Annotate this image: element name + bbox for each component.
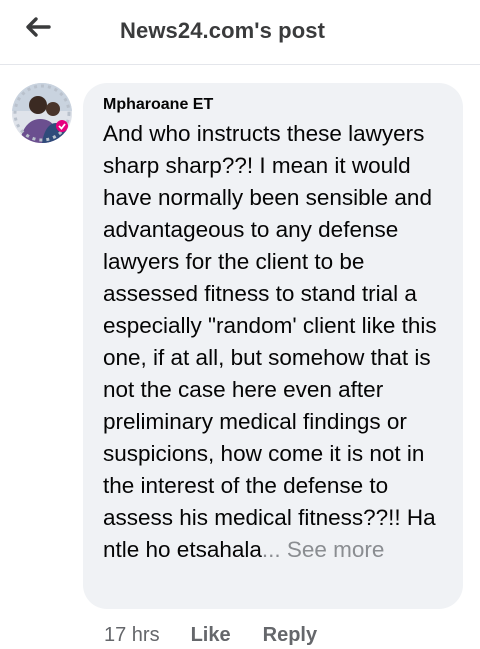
comment-author[interactable]: Mpharoane ET: [103, 96, 213, 114]
top-bar: News24.com's post: [0, 0, 480, 65]
comment-ellipsis: ...: [261, 537, 281, 562]
comment-timestamp[interactable]: 17 hrs: [104, 624, 160, 647]
avatar[interactable]: [12, 83, 72, 143]
comment-actions: 17 hrs Like Reply: [104, 621, 317, 649]
comment-body: And who instructs these lawyers sharp sh…: [103, 121, 437, 562]
like-button[interactable]: Like: [191, 624, 231, 647]
back-button[interactable]: [22, 14, 54, 40]
profile-photo-icon: [12, 83, 72, 143]
comment-bubble: Mpharoane ET And who instructs these law…: [83, 83, 463, 609]
page-title: News24.com's post: [120, 18, 326, 43]
reply-button[interactable]: Reply: [263, 624, 317, 647]
arrow-left-icon: [26, 17, 51, 37]
comment-text: And who instructs these lawyers sharp sh…: [103, 118, 451, 566]
see-more-link[interactable]: See more: [281, 537, 385, 562]
